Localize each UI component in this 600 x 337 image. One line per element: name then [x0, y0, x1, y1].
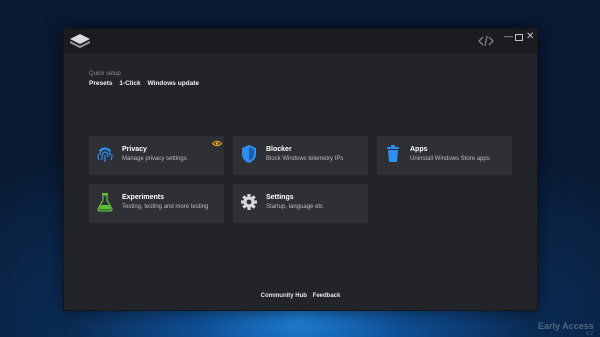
- gear-icon: [241, 194, 257, 210]
- quick-setup-label: Quick setup: [89, 71, 121, 77]
- presets-link[interactable]: Presets: [89, 80, 113, 87]
- code-icon[interactable]: [478, 34, 494, 48]
- card-title: Settings: [266, 194, 294, 201]
- eye-icon[interactable]: [212, 140, 222, 147]
- quick-setup-links: Presets 1-Click Windows update: [89, 80, 204, 87]
- windows-update-link[interactable]: Windows update: [147, 80, 199, 87]
- title-bar[interactable]: — ✕: [64, 29, 537, 53]
- close-button[interactable]: ✕: [526, 32, 534, 42]
- fingerprint-icon: [97, 147, 113, 162]
- settings-card[interactable]: Settings Startup, language etc: [233, 184, 368, 223]
- maximize-button[interactable]: [515, 34, 523, 41]
- apps-card[interactable]: Apps Uninstall Windows Store apps: [377, 136, 512, 175]
- community-hub-link[interactable]: Community Hub: [261, 293, 307, 299]
- version-label: 0.2: [586, 331, 593, 337]
- layers-logo-icon: [70, 34, 90, 48]
- card-description: Testing, testing and more testing: [122, 204, 209, 210]
- flask-icon: [97, 193, 113, 212]
- one-click-link[interactable]: 1-Click: [119, 80, 140, 87]
- privacy-card[interactable]: Privacy Manage privacy settings: [89, 136, 224, 175]
- blocker-card[interactable]: Blocker Block Windows telemetry IPs: [233, 136, 368, 175]
- feedback-link[interactable]: Feedback: [313, 293, 341, 299]
- footer-links: Community Hub Feedback: [64, 293, 537, 299]
- card-title: Apps: [410, 146, 428, 153]
- experiments-card[interactable]: Experiments Testing, testing and more te…: [89, 184, 224, 223]
- shield-icon: [242, 145, 256, 163]
- app-window: — ✕ Quick setup Presets 1-Click Windows …: [63, 28, 538, 311]
- card-description: Uninstall Windows Store apps: [410, 156, 490, 162]
- card-title: Privacy: [122, 146, 147, 153]
- card-title: Blocker: [266, 146, 292, 153]
- minimize-button[interactable]: —: [504, 31, 513, 41]
- card-description: Startup, language etc: [266, 204, 324, 210]
- card-description: Block Windows telemetry IPs: [266, 156, 344, 162]
- card-title: Experiments: [122, 194, 165, 201]
- early-access-watermark: Early Access: [538, 321, 594, 331]
- trash-icon: [387, 145, 399, 162]
- card-description: Manage privacy settings: [122, 156, 187, 162]
